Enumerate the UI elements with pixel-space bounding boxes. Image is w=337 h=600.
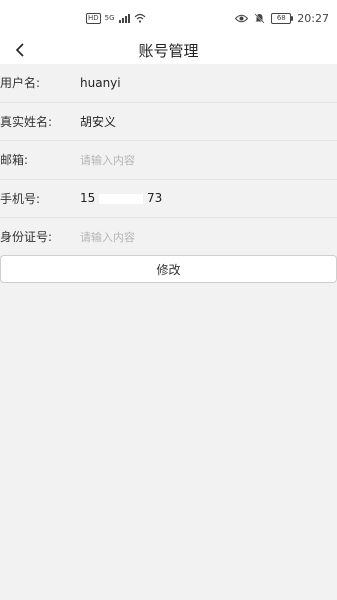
phone-suffix: 73 bbox=[146, 191, 163, 206]
chevron-left-icon bbox=[15, 43, 24, 57]
status-bar: HD 5G 68 20:27 bbox=[0, 0, 337, 36]
modify-button[interactable]: 修改 bbox=[0, 255, 337, 283]
realname-field[interactable]: 胡安义 bbox=[80, 113, 116, 130]
account-form: 用户名: huanyi 真实姓名: 胡安义 邮箱: 请输入内容 手机号: 15 … bbox=[0, 64, 337, 257]
username-field[interactable]: huanyi bbox=[80, 76, 121, 90]
email-row: 邮箱: 请输入内容 bbox=[0, 141, 337, 180]
phone-row: 手机号: 15 73 bbox=[0, 180, 337, 218]
idcard-row: 身份证号: 请输入内容 bbox=[0, 218, 337, 257]
idcard-field[interactable]: 请输入内容 bbox=[80, 229, 135, 245]
signal-icon bbox=[118, 13, 130, 23]
email-field[interactable]: 请输入内容 bbox=[80, 152, 135, 168]
wifi-icon bbox=[134, 13, 145, 23]
mute-bell-icon bbox=[254, 13, 265, 23]
clock: 20:27 bbox=[297, 11, 329, 25]
phone-label: 手机号: bbox=[0, 191, 41, 206]
phone-mask bbox=[99, 193, 144, 204]
username-row: 用户名: huanyi bbox=[0, 64, 337, 103]
idcard-label: 身份证号: bbox=[0, 230, 53, 245]
status-right: 68 20:27 bbox=[235, 12, 329, 25]
phone-field[interactable]: 15 73 bbox=[80, 191, 162, 205]
battery-level: 68 bbox=[276, 14, 286, 22]
status-left: HD 5G bbox=[86, 12, 146, 24]
realname-row: 真实姓名: 胡安义 bbox=[0, 103, 337, 141]
page-title: 账号管理 bbox=[138, 41, 199, 60]
app-header: 账号管理 bbox=[0, 36, 337, 64]
hd-icon: HD bbox=[86, 12, 101, 24]
phone-prefix: 15 bbox=[80, 191, 96, 206]
back-button[interactable] bbox=[8, 38, 32, 62]
realname-label: 真实姓名: bbox=[0, 114, 53, 129]
network-type: 5G bbox=[104, 14, 115, 22]
battery-icon: 68 bbox=[271, 12, 294, 24]
eye-icon bbox=[235, 14, 249, 22]
username-label: 用户名: bbox=[0, 76, 41, 91]
email-label: 邮箱: bbox=[0, 153, 29, 168]
